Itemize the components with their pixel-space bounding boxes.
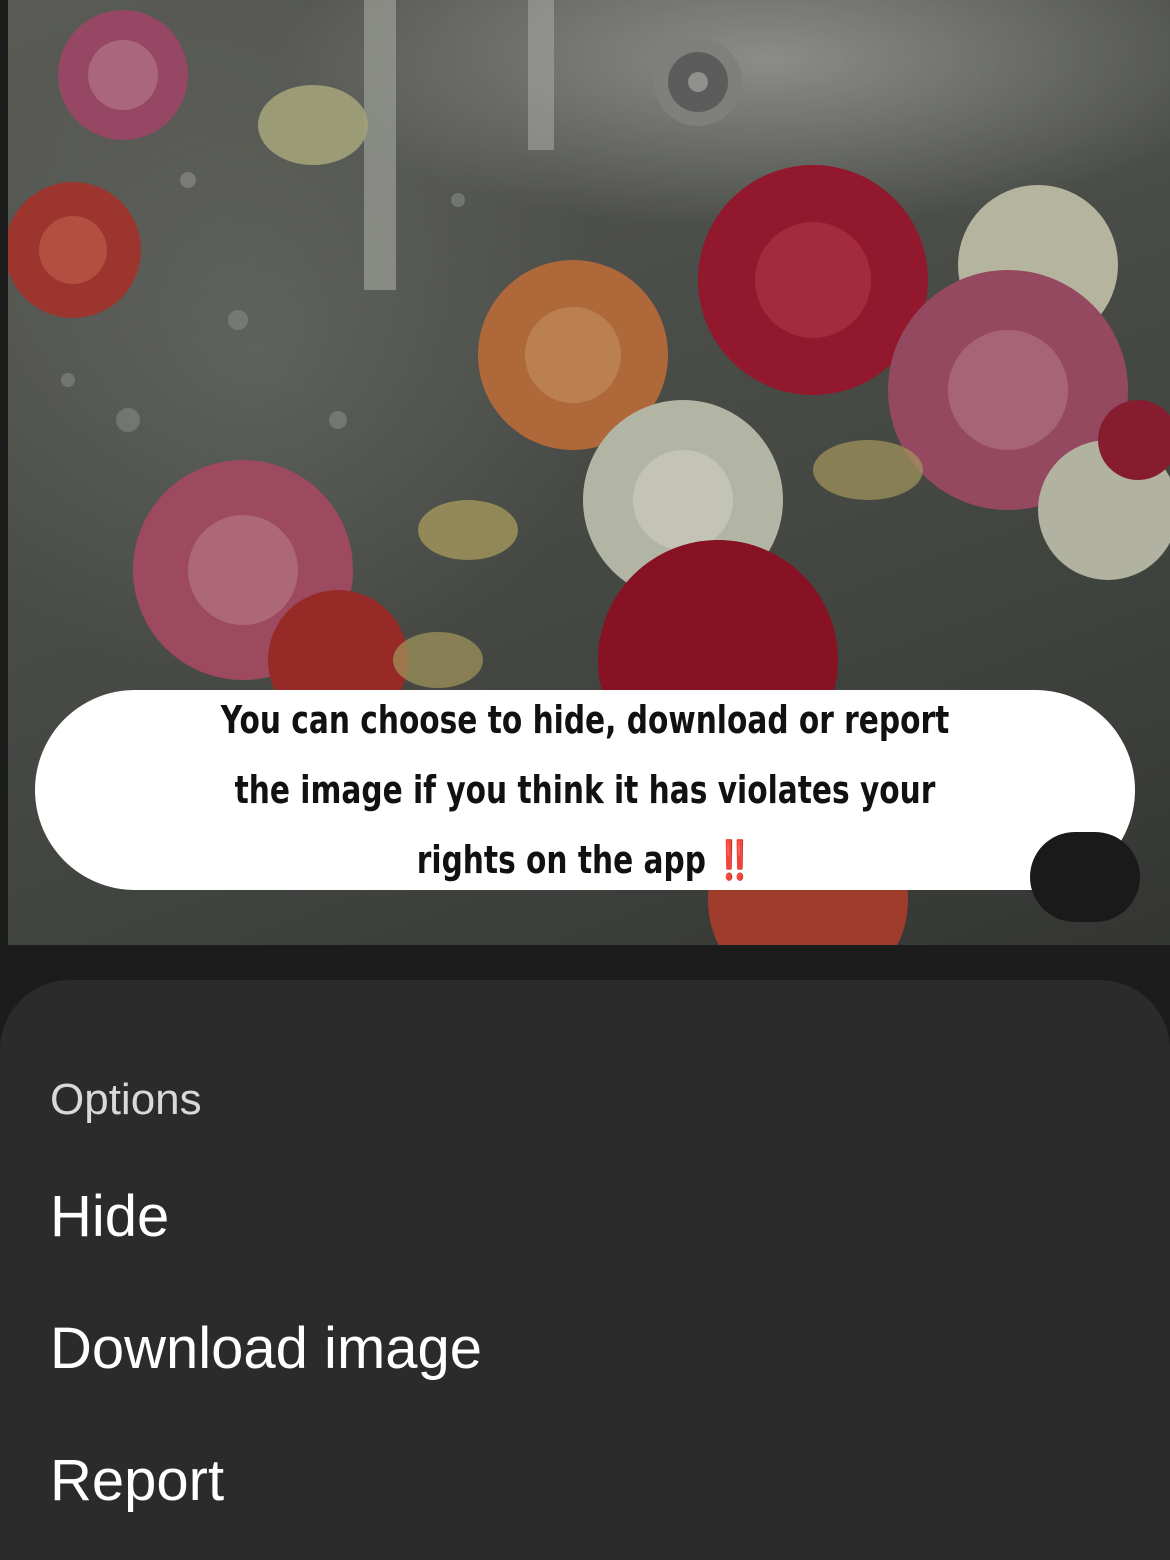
report-option[interactable]: Report bbox=[50, 1447, 224, 1514]
sheet-title: Options bbox=[50, 1075, 202, 1124]
double-exclamation-icon: ‼️ bbox=[716, 838, 754, 882]
download-image-option[interactable]: Download image bbox=[50, 1315, 482, 1382]
caption-message: You can choose to hide, download or repo… bbox=[220, 698, 950, 882]
hide-option[interactable]: Hide bbox=[50, 1183, 169, 1250]
lens-icon[interactable] bbox=[1030, 832, 1140, 922]
caption-bubble: You can choose to hide, download or repo… bbox=[35, 690, 1135, 890]
caption-text: You can choose to hide, download or repo… bbox=[195, 685, 975, 895]
